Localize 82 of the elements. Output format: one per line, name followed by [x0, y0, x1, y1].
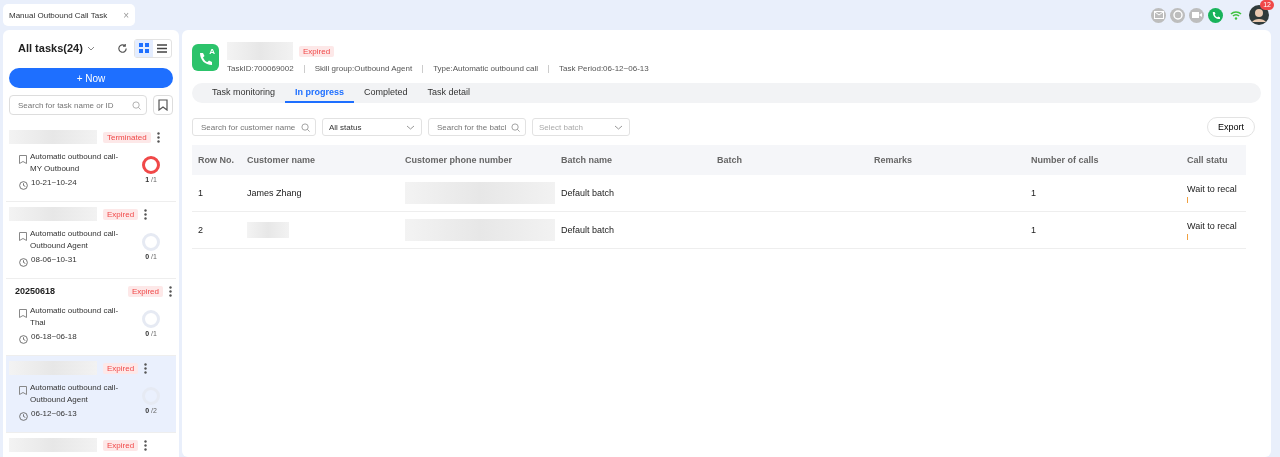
task-period: 08-06~10-31: [31, 254, 77, 266]
task-meta: Type:Automatic outbound call: [433, 64, 539, 73]
bookmark-icon: [19, 155, 27, 164]
list-icon: [157, 43, 167, 53]
more-icon[interactable]: [144, 439, 148, 451]
task-search-field[interactable]: Search for task name or ID: [9, 95, 147, 115]
redacted-block: [247, 222, 289, 238]
status-mark: [1187, 233, 1188, 240]
caret-icon: [86, 45, 95, 51]
table-cell-text: 2: [198, 225, 204, 235]
task-period: 06-18~06-18: [31, 331, 77, 343]
table-cell-text: 1: [1031, 225, 1037, 235]
search-icon: [511, 122, 520, 132]
bookmark-icon: [19, 232, 27, 241]
bookmark-icon: [19, 386, 27, 395]
table-cell-text: Wait to recal: [1187, 220, 1238, 231]
column-header: Customer phone number: [405, 155, 513, 165]
table-cell-text: Default batch: [561, 188, 616, 198]
tab[interactable]: Task monitoring: [202, 83, 286, 103]
status-tag: Terminated: [103, 131, 151, 143]
redacted-block: [227, 42, 293, 60]
column-header: Batch name: [561, 155, 614, 165]
clock-icon: [19, 258, 28, 267]
more-icon[interactable]: [156, 131, 160, 143]
task-period: 10-21~10-24: [31, 177, 77, 189]
app-tab-title: Manual Outbound Call Task: [9, 10, 108, 20]
table-cell-text: Wait to recal: [1187, 183, 1238, 194]
table-cell-text: 1: [198, 188, 204, 198]
task-meta: Task Period:06-12~06-13: [559, 64, 649, 73]
search-icon: [301, 122, 310, 132]
status-tag: Expired: [103, 208, 139, 220]
table-cell-text: Default batch: [561, 225, 616, 235]
table-cell-text: James Zhang: [247, 188, 303, 198]
more-icon[interactable]: [144, 362, 148, 374]
more-icon[interactable]: [144, 208, 148, 220]
tab[interactable]: In progress: [285, 83, 355, 103]
avatar-icon[interactable]: [1249, 5, 1269, 25]
column-header: Call statu: [1187, 155, 1229, 165]
search-field[interactable]: Search for customer name: [192, 118, 316, 136]
more-icon[interactable]: [169, 285, 172, 297]
select-dropdown[interactable]: All status: [322, 118, 422, 136]
task-type: Automatic outbound call-MY Outbound: [30, 151, 120, 175]
wifi-icon: [1230, 10, 1242, 20]
search-field[interactable]: Search for the batcl: [428, 118, 526, 136]
caret-icon: [406, 124, 415, 130]
status-tag: Expired: [299, 45, 335, 57]
search-icon: [132, 100, 141, 110]
caret-icon: [614, 124, 623, 130]
app-logo: A: [192, 44, 219, 71]
grid-view-button[interactable]: [135, 39, 153, 57]
task-meta: Skill group:Outbound Agent: [314, 64, 413, 73]
task-type: Automatic outbound call-Outbound Agent: [30, 382, 120, 406]
column-header: Remarks: [874, 155, 914, 165]
clock-icon: [19, 412, 28, 421]
bookmark-button[interactable]: [153, 95, 173, 115]
task-filter-dropdown[interactable]: All tasks(24): [18, 42, 95, 54]
table-cell-text: 1: [1031, 188, 1037, 198]
task-name: 20250618: [15, 286, 57, 296]
tab[interactable]: Completed: [354, 83, 418, 103]
app-tab[interactable]: Manual Outbound Call Task ×: [3, 4, 135, 26]
refresh-icon[interactable]: [117, 42, 128, 54]
task-type: Automatic outbound call-Thai: [30, 305, 120, 329]
clock-icon: [19, 181, 28, 190]
status-tag: Expired: [127, 285, 163, 297]
column-header: Row No.: [198, 155, 235, 165]
task-period: 06-12~06-13: [31, 408, 77, 420]
bookmark-icon: [19, 309, 27, 318]
status-tag: Expired: [103, 362, 139, 374]
tab[interactable]: Task detail: [417, 83, 481, 103]
task-type: Automatic outbound call-Outbound Agent: [30, 228, 120, 252]
phone-icon[interactable]: [1208, 7, 1223, 23]
task-meta: TaskID:700069002: [227, 64, 294, 73]
column-header: Number of calls: [1031, 155, 1100, 165]
status-tag: Expired: [103, 439, 139, 451]
status-mark: [1187, 196, 1188, 203]
new-task-button[interactable]: + Now: [9, 68, 173, 88]
clock-icon: [19, 335, 28, 344]
column-header: Batch: [717, 155, 743, 165]
column-header: Customer name: [247, 155, 317, 165]
export-button[interactable]: Export: [1207, 117, 1255, 137]
bookmark-icon: [158, 99, 168, 111]
grid-icon: [139, 43, 149, 53]
